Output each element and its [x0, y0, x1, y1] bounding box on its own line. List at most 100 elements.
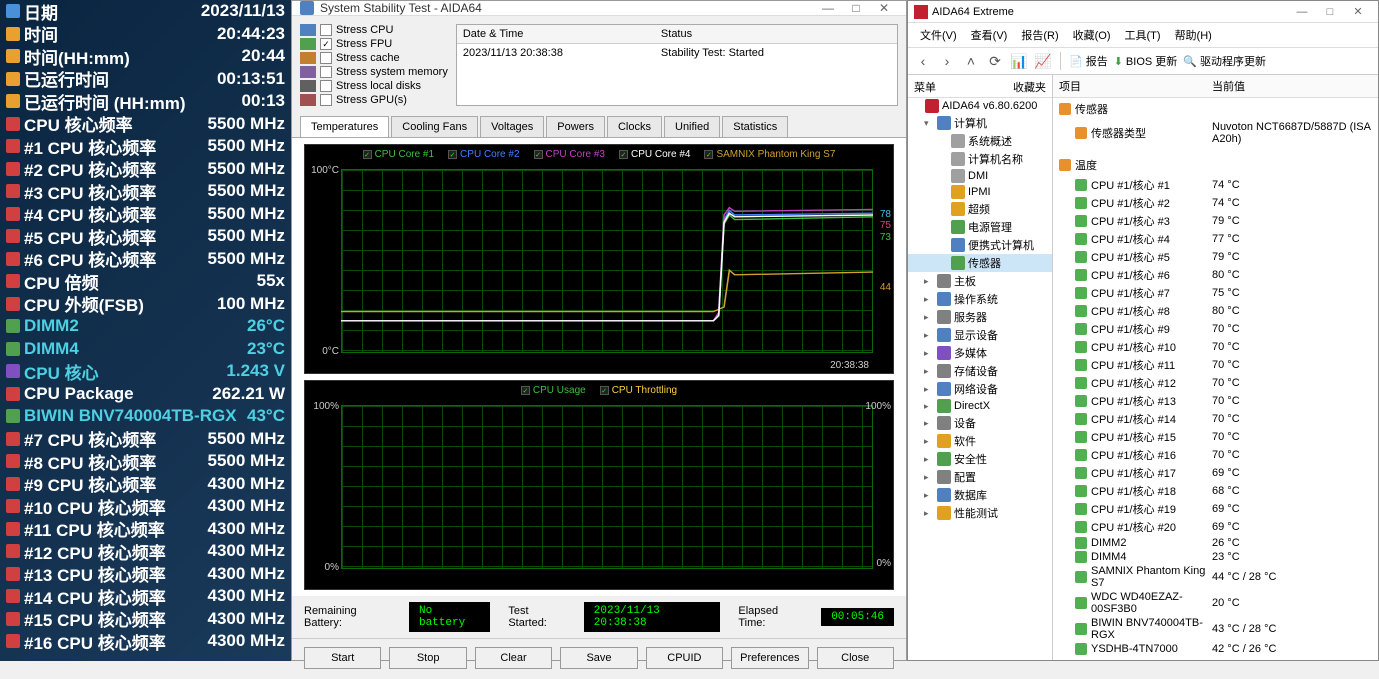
tab-unified[interactable]: Unified — [664, 116, 720, 137]
chart-icon[interactable]: 📈 — [1034, 52, 1052, 70]
driver-update-button[interactable]: 🔍驱动程序更新 — [1183, 53, 1266, 69]
tree-item[interactable]: ▸显示设备 — [908, 326, 1052, 344]
legend-item[interactable]: ✓CPU Core #4 — [619, 149, 690, 160]
stress-option[interactable]: Stress local disks — [300, 80, 448, 92]
tree-item[interactable]: ▸性能测试 — [908, 504, 1052, 522]
tree-item[interactable]: 超频 — [908, 200, 1052, 218]
tree-item[interactable]: ▸主板 — [908, 272, 1052, 290]
expander-icon[interactable]: ▸ — [924, 472, 934, 483]
stop-button[interactable]: Stop — [389, 647, 466, 669]
start-button[interactable]: Start — [304, 647, 381, 669]
expander-icon[interactable]: ▸ — [924, 330, 934, 341]
tree-item[interactable]: 便携式计算机 — [908, 236, 1052, 254]
legend-checkbox[interactable]: ✓ — [534, 150, 543, 159]
menu-item[interactable]: 帮助(H) — [1169, 25, 1218, 45]
expander-icon[interactable]: ▸ — [924, 454, 934, 465]
tree-item[interactable]: ▸网络设备 — [908, 380, 1052, 398]
up-icon[interactable]: ˄ — [962, 52, 980, 70]
tree-item[interactable]: 系统概述 — [908, 132, 1052, 150]
tree-item[interactable]: 电源管理 — [908, 218, 1052, 236]
tree-tab-fav[interactable]: 收藏夹 — [1013, 79, 1046, 95]
tree-item[interactable]: ▸存储设备 — [908, 362, 1052, 380]
expander-icon[interactable]: ▾ — [924, 118, 934, 129]
legend-checkbox[interactable]: ✓ — [363, 150, 372, 159]
menu-item[interactable]: 文件(V) — [914, 25, 963, 45]
tree-item[interactable]: ▸服务器 — [908, 308, 1052, 326]
legend-checkbox[interactable]: ✓ — [619, 150, 628, 159]
checkbox[interactable] — [320, 94, 332, 106]
bios-update-button[interactable]: ⬇BIOS 更新 — [1114, 53, 1178, 69]
tree-item[interactable]: IPMI — [908, 184, 1052, 200]
expander-icon[interactable]: ▸ — [924, 490, 934, 501]
expander-icon[interactable]: ▸ — [924, 418, 934, 429]
expander-icon[interactable]: ▸ — [924, 276, 934, 287]
tree-item[interactable]: ▸配置 — [908, 468, 1052, 486]
menu-item[interactable]: 收藏(O) — [1067, 25, 1117, 45]
expander-icon[interactable]: ▸ — [924, 436, 934, 447]
tree-item[interactable]: DMI — [908, 168, 1052, 184]
legend-item[interactable]: ✓SAMNIX Phantom King S7 — [704, 149, 835, 160]
legend-checkbox[interactable]: ✓ — [704, 150, 713, 159]
tree-item[interactable]: 传感器 — [908, 254, 1052, 272]
tree-item[interactable]: ▸操作系统 — [908, 290, 1052, 308]
expander-icon[interactable]: ▸ — [924, 348, 934, 359]
checkbox[interactable]: ✓ — [320, 38, 332, 50]
stress-option[interactable]: Stress GPU(s) — [300, 94, 448, 106]
stress-option[interactable]: Stress CPU — [300, 24, 448, 36]
tab-voltages[interactable]: Voltages — [480, 116, 544, 137]
tree-item[interactable]: 计算机名称 — [908, 150, 1052, 168]
expander-icon[interactable]: ▸ — [924, 294, 934, 305]
checkbox[interactable] — [320, 66, 332, 78]
expander-icon[interactable]: ▸ — [924, 384, 934, 395]
cpuid-button[interactable]: CPUID — [646, 647, 723, 669]
back-icon[interactable]: ‹ — [914, 52, 932, 70]
tree-item[interactable]: ▾计算机 — [908, 114, 1052, 132]
legend-item[interactable]: ✓CPU Throttling — [600, 385, 677, 396]
menu-item[interactable]: 报告(R) — [1015, 25, 1064, 45]
stress-option[interactable]: Stress system memory — [300, 66, 448, 78]
legend-item[interactable]: ✓CPU Core #2 — [448, 149, 519, 160]
minimize-button[interactable]: — — [814, 1, 842, 15]
tree-item[interactable]: ▸设备 — [908, 414, 1052, 432]
tree-item[interactable]: ▸数据库 — [908, 486, 1052, 504]
save-button[interactable]: Save — [560, 647, 637, 669]
tree-item[interactable]: ▸多媒体 — [908, 344, 1052, 362]
refresh-icon[interactable]: ⟳ — [986, 52, 1004, 70]
tab-temperatures[interactable]: Temperatures — [300, 116, 389, 137]
window-titlebar[interactable]: System Stability Test - AIDA64 — □ ✕ — [292, 1, 906, 16]
tree-item[interactable]: ▸DirectX — [908, 398, 1052, 414]
expander-icon[interactable]: ▸ — [924, 508, 934, 519]
tree-tab-menu[interactable]: 菜单 — [914, 79, 1013, 95]
maximize-button[interactable]: □ — [1316, 6, 1344, 18]
tree-item[interactable]: ▸安全性 — [908, 450, 1052, 468]
checkbox[interactable] — [320, 52, 332, 64]
tab-statistics[interactable]: Statistics — [722, 116, 788, 137]
expander-icon[interactable]: ▸ — [924, 401, 934, 412]
close-button[interactable]: ✕ — [870, 1, 898, 15]
minimize-button[interactable]: — — [1288, 6, 1316, 18]
tab-cooling-fans[interactable]: Cooling Fans — [391, 116, 478, 137]
legend-item[interactable]: ✓CPU Core #1 — [363, 149, 434, 160]
preferences-button[interactable]: Preferences — [731, 647, 808, 669]
tree-item[interactable]: AIDA64 v6.80.6200 — [908, 98, 1052, 114]
clear-button[interactable]: Clear — [475, 647, 552, 669]
close-button[interactable]: Close — [817, 647, 894, 669]
tab-clocks[interactable]: Clocks — [607, 116, 662, 137]
stress-option[interactable]: ✓Stress FPU — [300, 38, 448, 50]
tree-item[interactable]: ▸软件 — [908, 432, 1052, 450]
forward-icon[interactable]: › — [938, 52, 956, 70]
legend-checkbox[interactable]: ✓ — [448, 150, 457, 159]
report-icon[interactable]: 📊 — [1010, 52, 1028, 70]
legend-checkbox[interactable]: ✓ — [600, 386, 609, 395]
stress-option[interactable]: Stress cache — [300, 52, 448, 64]
legend-checkbox[interactable]: ✓ — [521, 386, 530, 395]
aida-titlebar[interactable]: AIDA64 Extreme — □ ✕ — [908, 1, 1378, 23]
maximize-button[interactable]: □ — [842, 1, 870, 15]
expander-icon[interactable]: ▸ — [924, 312, 934, 323]
menu-item[interactable]: 工具(T) — [1119, 25, 1167, 45]
close-button[interactable]: ✕ — [1344, 5, 1372, 18]
checkbox[interactable] — [320, 24, 332, 36]
report-button[interactable]: 📄报告 — [1069, 53, 1108, 69]
expander-icon[interactable]: ▸ — [924, 366, 934, 377]
checkbox[interactable] — [320, 80, 332, 92]
